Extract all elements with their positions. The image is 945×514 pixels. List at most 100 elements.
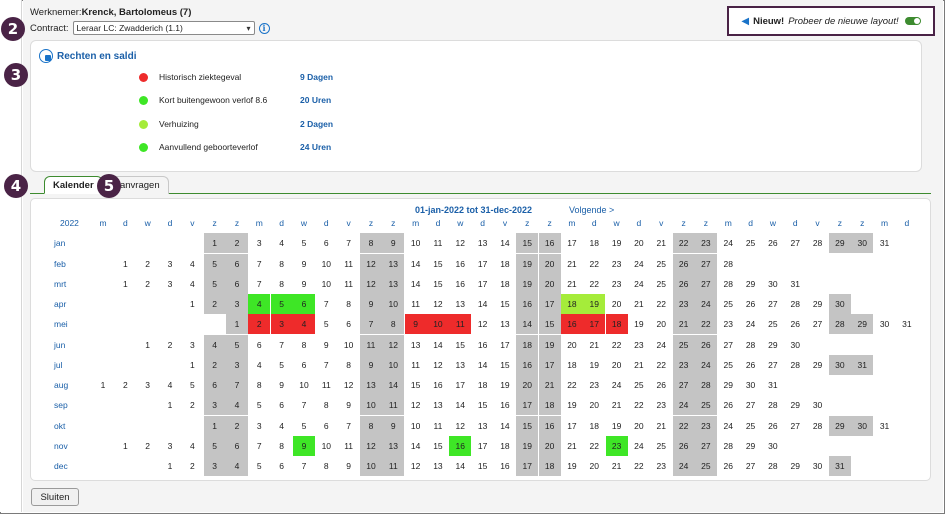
calendar-day[interactable]: 19 — [583, 294, 606, 314]
calendar-day[interactable]: 9 — [359, 294, 382, 314]
calendar-day[interactable]: 20 — [538, 435, 561, 456]
calendar-day[interactable]: 29 — [784, 395, 806, 415]
calendar-day[interactable]: 15 — [494, 355, 516, 375]
calendar-day[interactable]: 22 — [650, 294, 672, 314]
calendar-day[interactable]: 3 — [248, 233, 270, 253]
calendar-day[interactable]: 25 — [694, 456, 717, 476]
calendar-day[interactable]: 17 — [538, 354, 561, 375]
calendar-day[interactable]: 3 — [203, 395, 226, 416]
calendar-day[interactable]: 23 — [672, 294, 695, 314]
month-label[interactable]: nov — [54, 436, 68, 456]
calendar-day[interactable]: 11 — [427, 416, 449, 436]
calendar-day[interactable]: 3 — [181, 335, 203, 355]
calendar-day[interactable]: 2 — [159, 335, 181, 355]
calendar-day[interactable]: 19 — [628, 314, 650, 334]
calendar-day[interactable]: 8 — [359, 415, 382, 436]
calendar-day[interactable]: 3 — [203, 456, 226, 476]
calendar-day[interactable]: 11 — [338, 274, 360, 294]
calendar-day[interactable]: 22 — [672, 233, 695, 254]
calendar-day[interactable]: 2 — [137, 254, 159, 274]
calendar-day[interactable]: 10 — [382, 294, 405, 314]
calendar-day[interactable]: 22 — [628, 395, 650, 415]
calendar-day[interactable]: 22 — [583, 254, 605, 274]
calendar-day[interactable]: 13 — [382, 435, 405, 456]
calendar-day[interactable]: 20 — [538, 273, 561, 294]
calendar-day[interactable]: 12 — [449, 233, 471, 253]
calendar-day[interactable]: 27 — [740, 395, 762, 415]
new-layout-banner[interactable]: ◀ Nieuw! Probeer de nieuwe layout! — [727, 6, 935, 36]
calendar-day[interactable]: 28 — [807, 416, 829, 436]
calendar-day[interactable]: 11 — [315, 375, 337, 395]
calendar-day[interactable]: 9 — [338, 395, 360, 415]
calendar-day[interactable]: 9 — [404, 314, 427, 335]
calendar-day[interactable]: 1 — [114, 254, 136, 274]
calendar-day[interactable]: 6 — [248, 335, 270, 355]
month-label[interactable]: jul — [54, 355, 63, 375]
calendar-day[interactable]: 4 — [248, 294, 271, 314]
month-label[interactable]: sep — [54, 395, 68, 415]
calendar-day[interactable]: 11 — [427, 233, 449, 253]
calendar-day[interactable]: 7 — [315, 294, 337, 314]
calendar-day[interactable]: 8 — [248, 375, 270, 395]
calendar-day[interactable]: 10 — [293, 375, 315, 395]
calendar-day[interactable]: 23 — [650, 395, 672, 415]
calendar-day[interactable]: 17 — [516, 395, 539, 416]
calendar-day[interactable]: 29 — [762, 335, 784, 355]
calendar-day[interactable]: 4 — [225, 395, 248, 416]
calendar-day[interactable]: 14 — [449, 395, 471, 415]
calendar-day[interactable]: 21 — [650, 233, 672, 253]
calendar-day[interactable]: 24 — [650, 335, 672, 355]
calendar-day[interactable]: 19 — [516, 435, 539, 456]
balance-value[interactable]: 24 Uren — [300, 142, 331, 152]
calendar-day[interactable]: 23 — [606, 254, 628, 274]
calendar-day[interactable]: 3 — [270, 314, 293, 335]
calendar-day[interactable]: 1 — [225, 314, 248, 335]
calendar-day[interactable]: 24 — [717, 416, 739, 436]
balance-value[interactable]: 2 Dagen — [300, 119, 333, 129]
calendar-day[interactable]: 19 — [538, 334, 561, 355]
calendar-day[interactable]: 5 — [293, 416, 315, 436]
calendar-day[interactable]: 9 — [359, 354, 382, 375]
calendar-day[interactable]: 11 — [382, 395, 405, 416]
calendar-day[interactable]: 2 — [114, 375, 136, 395]
calendar-day[interactable]: 16 — [449, 274, 471, 294]
calendar-day[interactable]: 14 — [449, 456, 471, 476]
calendar-day[interactable]: 28 — [694, 375, 717, 395]
new-layout-toggle[interactable] — [904, 17, 921, 25]
calendar-day[interactable]: 25 — [762, 314, 784, 334]
calendar-day[interactable]: 5 — [315, 314, 337, 334]
calendar-day[interactable]: 21 — [628, 294, 650, 314]
calendar-day[interactable]: 26 — [672, 253, 695, 274]
calendar-day[interactable]: 9 — [271, 375, 293, 395]
calendar-day[interactable]: 24 — [628, 254, 650, 274]
calendar-day[interactable]: 29 — [828, 233, 851, 254]
calendar-day[interactable]: 25 — [650, 274, 672, 294]
calendar-day[interactable]: 1 — [159, 456, 181, 476]
calendar-day[interactable]: 5 — [270, 294, 293, 314]
calendar-day[interactable]: 14 — [472, 294, 494, 314]
calendar-day[interactable]: 16 — [427, 375, 449, 395]
calendar-day[interactable]: 28 — [784, 294, 806, 314]
calendar-day[interactable]: 22 — [650, 355, 672, 375]
calendar-day[interactable]: 16 — [449, 435, 472, 456]
month-label[interactable]: jun — [54, 335, 65, 355]
calendar-day[interactable]: 8 — [359, 233, 382, 254]
calendar-day[interactable]: 29 — [807, 355, 829, 375]
calendar-day[interactable]: 28 — [740, 335, 762, 355]
calendar-day[interactable]: 19 — [606, 416, 628, 436]
calendar-day[interactable]: 22 — [583, 274, 605, 294]
calendar-day[interactable]: 30 — [762, 436, 784, 456]
calendar-day[interactable]: 21 — [561, 254, 583, 274]
month-label[interactable]: apr — [54, 294, 66, 314]
calendar-day[interactable]: 4 — [225, 456, 248, 476]
calendar-day[interactable]: 19 — [494, 375, 516, 395]
calendar-day[interactable]: 4 — [159, 375, 181, 395]
calendar-day[interactable]: 12 — [427, 355, 449, 375]
calendar-day[interactable]: 28 — [828, 314, 851, 335]
calendar-day[interactable]: 6 — [315, 416, 337, 436]
calendar-day[interactable]: 16 — [538, 233, 561, 254]
calendar-day[interactable]: 5 — [203, 253, 226, 274]
calendar-day[interactable]: 15 — [516, 415, 539, 436]
calendar-day[interactable]: 1 — [203, 415, 226, 436]
calendar-day[interactable]: 12 — [338, 375, 360, 395]
